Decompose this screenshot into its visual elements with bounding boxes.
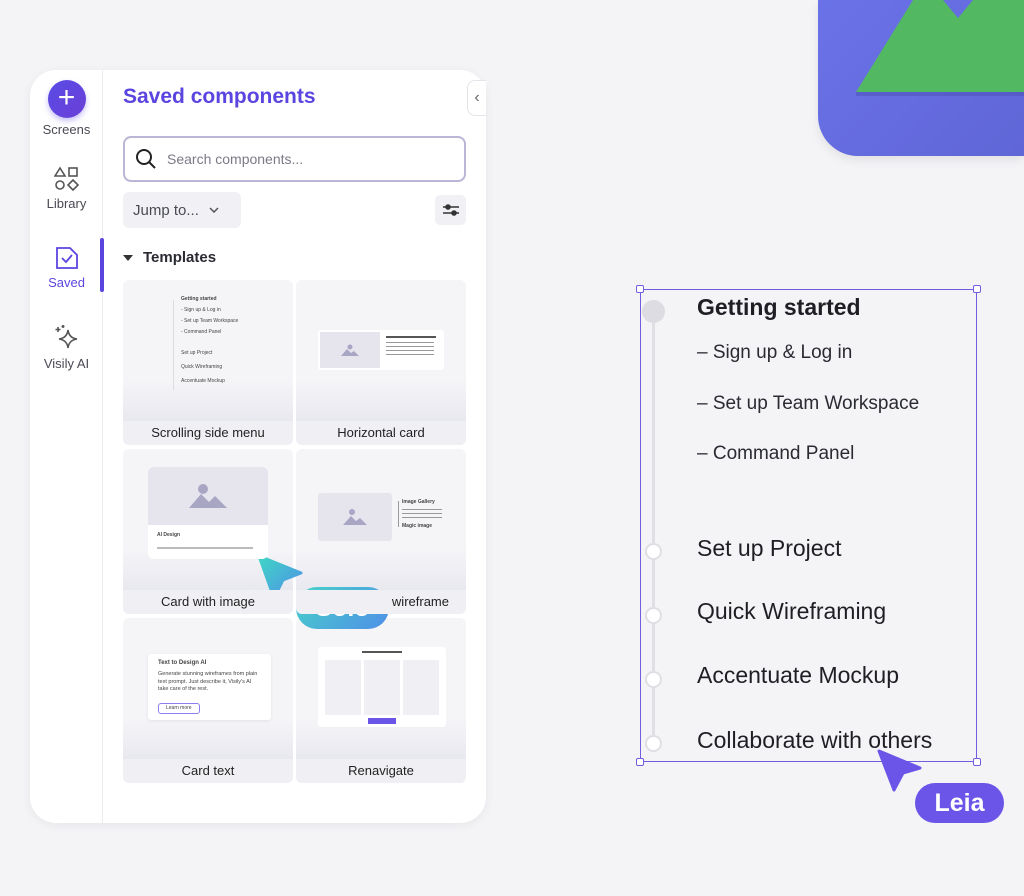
preview-text: Generate stunning wireframes from plain … [158, 671, 258, 693]
collapse-panel-button[interactable]: ‹ [467, 80, 486, 116]
timeline-line [173, 300, 174, 390]
saved-components-panel: + Screens Library Saved Visily AI Saved … [30, 70, 486, 823]
panel-title: Saved components [123, 85, 316, 108]
preview-card: AI Design [148, 467, 268, 559]
card-label: Card with image [123, 590, 293, 614]
rail-label: Saved [48, 275, 85, 290]
card-label: Card text [123, 759, 293, 783]
templates-section-header[interactable]: Templates [123, 249, 216, 266]
plus-icon: + [47, 80, 86, 118]
app-logo-icon [818, 0, 1024, 156]
card-label: Scrolling side menu [123, 421, 293, 445]
preview-text: - Sign up & Log in [181, 307, 221, 313]
preview-button: Learn more [158, 703, 200, 714]
template-card[interactable]: Horizontal card [296, 280, 466, 445]
rail-item-visily-ai[interactable]: Visily AI [30, 324, 103, 371]
timeline-dot [645, 607, 662, 624]
preview-card [318, 330, 444, 370]
rail-label: Screens [42, 122, 91, 137]
preview-text: Accentuate Mockup [181, 378, 225, 384]
shapes-icon [53, 166, 79, 192]
preview-card [318, 647, 446, 727]
timeline-step: Set up Project [697, 535, 842, 561]
timeline-step: Accentuate Mockup [697, 662, 900, 688]
card-label: wireframe [296, 590, 466, 614]
card-label: Horizontal card [296, 421, 466, 445]
sliders-icon [442, 204, 459, 216]
preview-card: Text to Design AI Generate stunning wire… [148, 654, 271, 720]
timeline-dot [645, 671, 662, 688]
collaborator-cursor-icon [877, 749, 922, 792]
rail-item-library[interactable]: Library [30, 166, 103, 211]
template-card[interactable]: Getting started - Sign up & Log in - Set… [123, 280, 293, 445]
preview-text: Set up Project [181, 350, 213, 356]
timeline-dot-active [642, 300, 665, 323]
rail-item-saved[interactable]: Saved [30, 245, 103, 290]
template-card[interactable]: Text to Design AI Generate stunning wire… [123, 618, 293, 783]
timeline-title: Getting started [697, 294, 861, 320]
timeline-dot [645, 735, 662, 752]
chevron-down-icon [209, 207, 219, 213]
preview-text: - Command Panel [181, 329, 222, 335]
filter-settings-button[interactable] [435, 195, 466, 225]
template-card[interactable]: Renavigate [296, 618, 466, 783]
timeline-dot [645, 543, 662, 560]
preview-text: Text to Design AI [158, 660, 207, 666]
jump-to-dropdown[interactable]: Jump to... [123, 192, 241, 228]
timeline-subitem: – Set up Team Workspace [697, 393, 920, 414]
saved-icon [55, 247, 78, 269]
resize-handle[interactable] [636, 285, 644, 293]
template-card[interactable]: AI Design Card with image [123, 449, 293, 614]
timeline-subitem: – Sign up & Log in [697, 342, 853, 363]
rail-item-screens[interactable]: + Screens [30, 80, 103, 137]
sparkle-icon [55, 325, 77, 349]
preview-text: Image Gallery [402, 499, 435, 505]
search-input[interactable]: Search components... [123, 136, 466, 182]
section-label: Templates [143, 249, 217, 266]
left-rail: + Screens Library Saved Visily AI [30, 70, 104, 823]
timeline-step: Quick Wireframing [697, 598, 887, 624]
preview-text: AI Design [157, 532, 181, 538]
collaborator-name-badge: Leia [915, 783, 1004, 823]
card-label: Renavigate [296, 759, 466, 783]
image-placeholder-icon [148, 467, 268, 525]
preview-text: Quick Wireframing [181, 364, 223, 370]
resize-handle[interactable] [973, 285, 981, 293]
rail-label: Visily AI [43, 356, 90, 371]
active-indicator [100, 238, 104, 292]
rail-label: Library [46, 196, 87, 211]
caret-down-icon [123, 254, 133, 261]
timeline-subitem: – Command Panel [697, 443, 855, 464]
image-placeholder-icon [320, 332, 380, 368]
chevron-left-icon: ‹ [474, 89, 480, 106]
image-placeholder-icon [318, 493, 392, 541]
preview-text: - Set up Team Workspace [181, 318, 239, 324]
search-placeholder: Search components... [167, 151, 304, 167]
preview-text: Magic image [402, 523, 433, 529]
search-icon [136, 149, 156, 169]
template-card[interactable]: Image Gallery Magic image wireframe [296, 449, 466, 614]
preview-text: Getting started [181, 296, 217, 302]
resize-handle[interactable] [636, 758, 644, 766]
jump-label: Jump to... [133, 201, 199, 219]
resize-handle[interactable] [973, 758, 981, 766]
